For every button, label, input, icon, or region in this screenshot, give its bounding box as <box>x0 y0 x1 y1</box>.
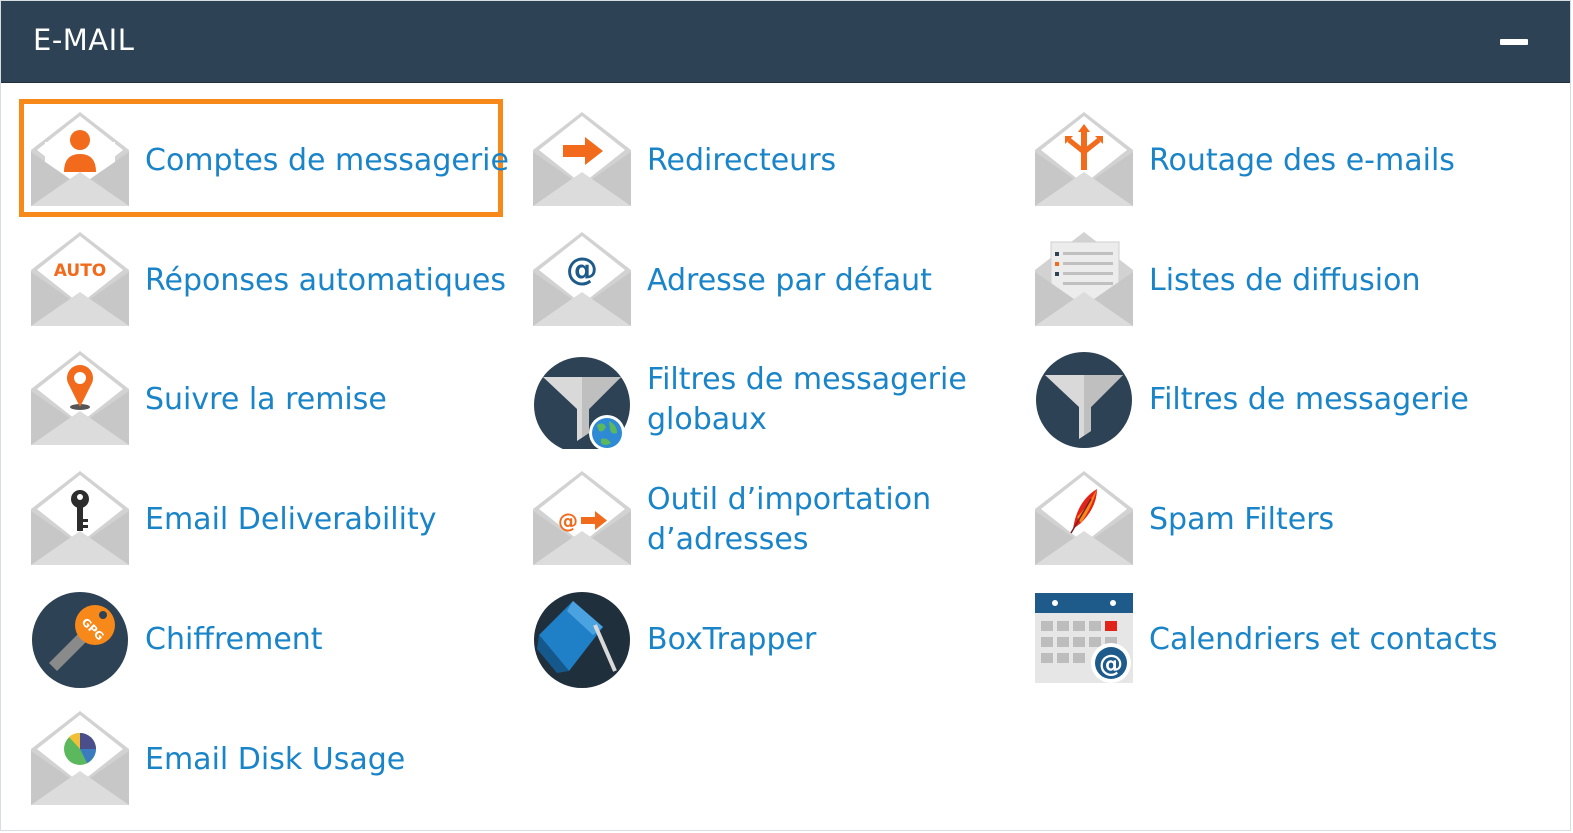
disk-usage-icon <box>31 711 129 809</box>
item-label[interactable]: BoxTrapper <box>647 591 1017 689</box>
item-label[interactable]: Redirecteurs <box>647 112 1017 210</box>
item-label[interactable]: Calendriers et contacts <box>1149 591 1519 689</box>
deliverability-key-icon <box>31 471 129 569</box>
item-boxtrapper[interactable]: BoxTrapper <box>533 591 1003 701</box>
item-spam-filters[interactable]: Spam Filters <box>1035 471 1555 581</box>
minus-icon[interactable] <box>1500 31 1530 55</box>
item-label[interactable]: Email Disk Usage <box>145 711 515 809</box>
item-mailing-lists[interactable]: Listes de diffusion <box>1035 232 1555 342</box>
item-label[interactable]: Comptes de messagerie <box>145 112 515 210</box>
item-encryption[interactable]: GPG Chiffrement <box>31 591 501 701</box>
svg-text:@: @ <box>1099 650 1123 678</box>
email-filters-icon <box>1035 351 1133 449</box>
item-default-address[interactable]: @ Adresse par défaut <box>533 232 1003 342</box>
item-label[interactable]: Chiffrement <box>145 591 515 689</box>
panel-header[interactable]: E-MAIL <box>1 1 1570 83</box>
encryption-key-icon: GPG <box>31 591 129 689</box>
calendar-contacts-icon: @ <box>1035 591 1133 689</box>
item-global-filters[interactable]: Filtres de messagerie globaux <box>533 351 1003 461</box>
item-label[interactable]: Outil d’importation d’adresses <box>647 471 1017 569</box>
item-email-deliverability[interactable]: Email Deliverability <box>31 471 501 581</box>
item-address-importer[interactable]: @ Outil d’importation d’adresses <box>533 471 1003 581</box>
item-autoresponders[interactable]: AUTO Réponses automatiques <box>31 232 511 342</box>
svg-text:@: @ <box>566 250 598 288</box>
item-label[interactable]: Adresse par défaut <box>647 232 1017 330</box>
forwarders-icon <box>533 112 631 210</box>
default-address-icon: @ <box>533 232 631 330</box>
item-label[interactable]: Listes de diffusion <box>1149 232 1519 330</box>
email-accounts-icon <box>31 112 129 210</box>
item-disk-usage[interactable]: Email Disk Usage <box>31 711 501 821</box>
item-forwarders[interactable]: Redirecteurs <box>533 112 1003 222</box>
global-filters-icon <box>533 351 631 449</box>
svg-text:@: @ <box>558 509 578 533</box>
item-label[interactable]: Filtres de messagerie globaux <box>647 351 1017 449</box>
boxtrapper-icon <box>533 591 631 689</box>
address-importer-icon: @ <box>533 471 631 569</box>
item-label[interactable]: Filtres de messagerie <box>1149 351 1519 449</box>
item-label[interactable]: Spam Filters <box>1149 471 1519 569</box>
item-email-routing[interactable]: Routage des e-mails <box>1035 112 1555 222</box>
panel-title: E-MAIL <box>33 23 135 57</box>
item-email-filters[interactable]: Filtres de messagerie <box>1035 351 1555 461</box>
item-label[interactable]: Réponses automatiques <box>145 232 515 330</box>
autoresponders-icon: AUTO <box>31 232 129 330</box>
item-track-delivery[interactable]: Suivre la remise <box>31 351 501 461</box>
track-delivery-icon <box>31 351 129 449</box>
mailing-lists-icon <box>1035 232 1133 330</box>
item-email-accounts[interactable]: Comptes de messagerie <box>19 99 509 222</box>
svg-text:AUTO: AUTO <box>54 261 107 281</box>
item-label[interactable]: Routage des e-mails <box>1149 112 1519 210</box>
item-label[interactable]: Suivre la remise <box>145 351 515 449</box>
item-calendars-contacts[interactable]: @ Calendriers et contacts <box>1035 591 1555 701</box>
item-label[interactable]: Email Deliverability <box>145 471 515 569</box>
email-panel: E-MAIL Comptes de messagerie Redirecteur… <box>0 0 1571 831</box>
spam-filters-icon <box>1035 471 1133 569</box>
email-routing-icon <box>1035 112 1133 210</box>
